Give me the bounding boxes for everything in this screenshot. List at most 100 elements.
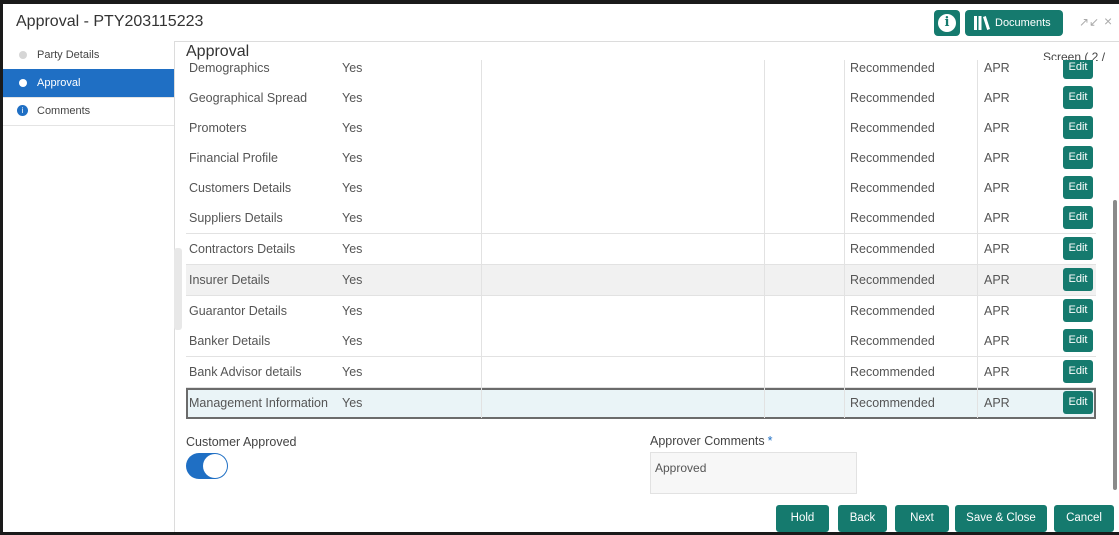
cancel-button[interactable]: Cancel	[1054, 505, 1114, 532]
documents-label: Documents	[995, 17, 1051, 29]
row-name: Suppliers Details	[189, 211, 283, 225]
minimize-icon[interactable]: ↗↙	[1079, 15, 1099, 29]
step-pending-icon	[19, 51, 27, 59]
table-row: Demographics Yes Recommended APR Edit	[186, 60, 1096, 84]
sidebar: Party Details Approval i Comments	[3, 41, 175, 532]
row-value: Yes	[342, 211, 363, 225]
row-code: APR	[984, 151, 1010, 165]
row-value: Yes	[342, 181, 363, 195]
row-status: Recommended	[850, 334, 935, 348]
edit-button[interactable]: Edit	[1063, 237, 1093, 260]
page-title: Approval	[186, 43, 250, 60]
customer-approved-label: Customer Approved	[186, 435, 297, 449]
row-name: Bank Advisor details	[189, 365, 302, 379]
row-name: Financial Profile	[189, 151, 278, 165]
row-status: Recommended	[850, 365, 935, 379]
row-name: Insurer Details	[189, 273, 270, 287]
close-icon[interactable]: ×	[1104, 13, 1112, 29]
row-code: APR	[984, 181, 1010, 195]
row-name: Management Information	[189, 396, 328, 410]
approver-comments-label-text: Approver Comments	[650, 434, 765, 448]
sidebar-item-comments[interactable]: i Comments	[3, 97, 174, 126]
row-code: APR	[984, 365, 1010, 379]
sidebar-item-label: Party Details	[37, 49, 100, 61]
edit-button[interactable]: Edit	[1063, 299, 1093, 322]
row-code: APR	[984, 211, 1010, 225]
row-code: APR	[984, 61, 1010, 75]
row-status: Recommended	[850, 91, 935, 105]
table-row: Customers Details Yes Recommended APR Ed…	[186, 173, 1096, 204]
row-value: Yes	[342, 365, 363, 379]
row-name: Customers Details	[189, 181, 292, 195]
right-scrollbar[interactable]	[1113, 200, 1117, 490]
sidebar-item-label: Approval	[37, 77, 81, 89]
required-mark: *	[767, 434, 773, 448]
sidebar-item-party-details[interactable]: Party Details	[3, 41, 174, 70]
sidebar-item-label: Comments	[37, 105, 91, 117]
edit-button[interactable]: Edit	[1063, 146, 1093, 169]
approver-comments-label: Approver Comments *	[650, 434, 773, 448]
row-name: Contractors Details	[189, 242, 296, 256]
row-value: Yes	[342, 273, 363, 287]
info-button[interactable]: i	[934, 10, 960, 36]
back-button[interactable]: Back	[838, 505, 887, 532]
row-code: APR	[984, 304, 1010, 318]
edit-button[interactable]: Edit	[1063, 116, 1093, 139]
row-name: Guarantor Details	[189, 304, 287, 318]
row-code: APR	[984, 121, 1010, 135]
table-row: Contractors Details Yes Recommended APR …	[186, 234, 1096, 265]
row-value: Yes	[342, 151, 363, 165]
row-value: Yes	[342, 304, 363, 318]
table-row: Bank Advisor details Yes Recommended APR…	[186, 357, 1096, 388]
row-code: APR	[984, 242, 1010, 256]
edit-button[interactable]: Edit	[1063, 360, 1093, 383]
row-value: Yes	[342, 61, 363, 75]
row-value: Yes	[342, 396, 363, 410]
edit-button[interactable]: Edit	[1063, 268, 1093, 291]
edit-button[interactable]: Edit	[1063, 329, 1093, 352]
table-row: Guarantor Details Yes Recommended APR Ed…	[186, 296, 1096, 327]
step-active-icon	[19, 79, 27, 87]
row-status: Recommended	[850, 121, 935, 135]
edit-button[interactable]: Edit	[1063, 86, 1093, 109]
row-status: Recommended	[850, 396, 935, 410]
table-row: Financial Profile Yes Recommended APR Ed…	[186, 143, 1096, 174]
row-code: APR	[984, 334, 1010, 348]
edit-button[interactable]: Edit	[1063, 206, 1093, 229]
row-name: Promoters	[189, 121, 247, 135]
row-value: Yes	[342, 91, 363, 105]
row-code: APR	[984, 396, 1010, 410]
table-row-selected[interactable]: Management Information Yes Recommended A…	[186, 388, 1096, 419]
row-name: Demographics	[189, 61, 270, 75]
next-button[interactable]: Next	[895, 505, 949, 532]
info-icon: i	[938, 14, 956, 32]
row-status: Recommended	[850, 304, 935, 318]
save-close-button[interactable]: Save & Close	[955, 505, 1047, 532]
toggle-knob	[203, 454, 227, 478]
window-title: Approval - PTY203115223	[16, 13, 204, 30]
row-status: Recommended	[850, 211, 935, 225]
approval-table: Demographics Yes Recommended APR Edit Ge…	[186, 60, 1100, 420]
row-name: Banker Details	[189, 334, 271, 348]
row-status: Recommended	[850, 61, 935, 75]
table-row: Promoters Yes Recommended APR Edit	[186, 113, 1096, 144]
edit-button[interactable]: Edit	[1063, 391, 1093, 414]
customer-approved-toggle[interactable]	[186, 453, 228, 479]
table-row: Suppliers Details Yes Recommended APR Ed…	[186, 203, 1096, 234]
row-name: Geographical Spread	[189, 91, 308, 105]
edit-button[interactable]: Edit	[1063, 60, 1093, 79]
table-row: Geographical Spread Yes Recommended APR …	[186, 83, 1096, 114]
edit-button[interactable]: Edit	[1063, 176, 1093, 199]
sidebar-item-approval[interactable]: Approval	[3, 69, 174, 98]
approver-comments-input[interactable]: Approved	[650, 452, 857, 494]
step-info-icon: i	[17, 105, 28, 116]
table-row: Insurer Details Yes Recommended APR Edit	[186, 265, 1096, 296]
row-status: Recommended	[850, 273, 935, 287]
left-scrollbar[interactable]	[174, 248, 182, 330]
hold-button[interactable]: Hold	[776, 505, 829, 532]
row-value: Yes	[342, 334, 363, 348]
documents-button[interactable]: Documents	[965, 10, 1063, 36]
row-code: APR	[984, 273, 1010, 287]
row-status: Recommended	[850, 181, 935, 195]
row-value: Yes	[342, 121, 363, 135]
